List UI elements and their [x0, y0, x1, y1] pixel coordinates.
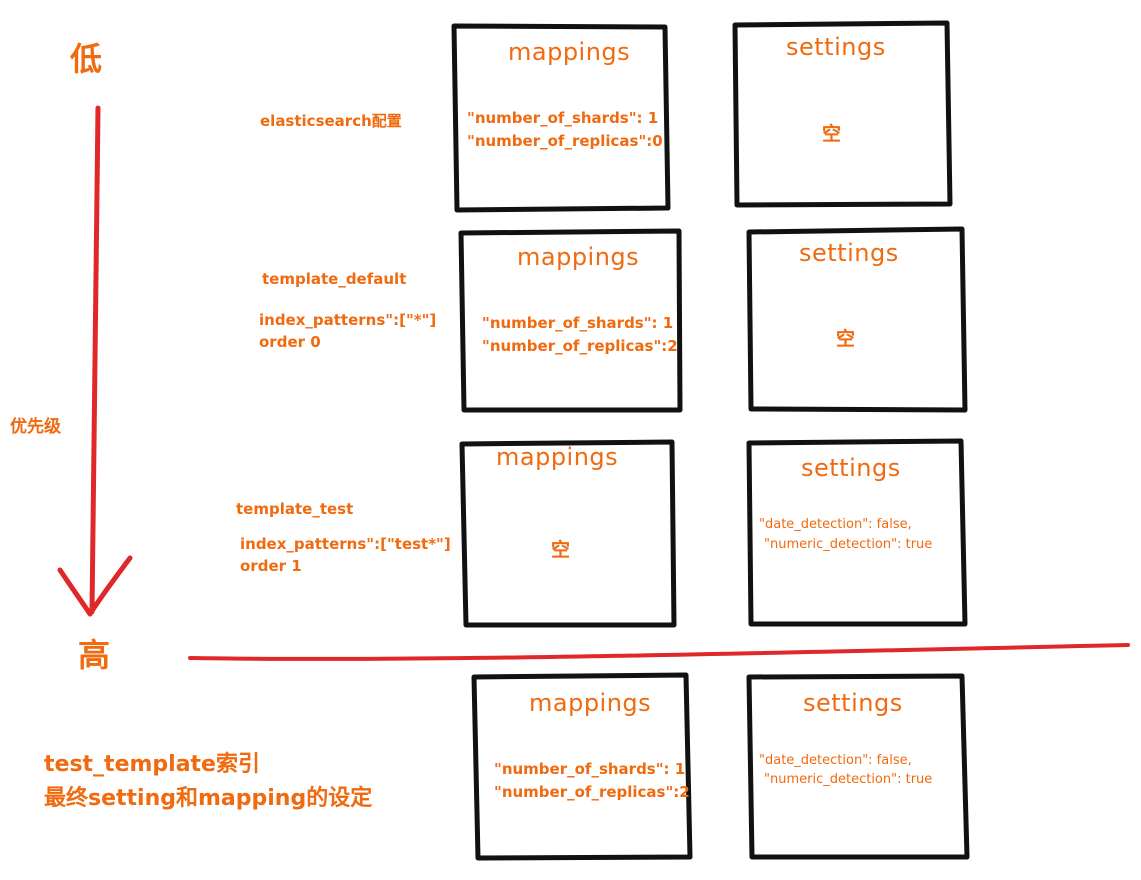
- result-divider-line: [188, 643, 1130, 661]
- row2-mappings-line1: "number_of_shards": 1: [482, 314, 674, 332]
- row3-mappings-title: mappings: [496, 443, 619, 471]
- row3-mappings-empty: 空: [551, 539, 571, 561]
- row1-settings-empty: 空: [822, 123, 842, 145]
- row3-settings-title: settings: [801, 454, 901, 482]
- row2-mappings-line2: "number_of_replicas":2: [482, 337, 678, 355]
- row1-name: elasticsearch配置: [260, 112, 402, 130]
- row1-mappings-line2: "number_of_replicas":0: [467, 132, 663, 150]
- row2-detail-pattern: index_patterns":["*"]: [259, 311, 437, 329]
- result-caption-line2: 最终setting和mapping的设定: [44, 786, 373, 811]
- priority-arrow-shaft: [89, 105, 101, 615]
- row3-settings-line2: "numeric_detection": true: [764, 537, 933, 552]
- result-caption-line1: test_template索引: [44, 752, 260, 777]
- result-settings-line2: "numeric_detection": true: [764, 772, 933, 787]
- row3-name: template_test: [236, 500, 354, 518]
- row2-detail-order: order 0: [259, 333, 321, 351]
- priority-low-label: 低: [70, 40, 103, 78]
- row2-mappings-title: mappings: [517, 243, 640, 271]
- result-mappings-line2: "number_of_replicas":2: [494, 783, 690, 801]
- result-mappings-line1: "number_of_shards": 1: [494, 760, 686, 778]
- row2-settings-empty: 空: [836, 328, 856, 350]
- row3-settings-line1: "date_detection": false,: [759, 517, 912, 532]
- row2-settings-title: settings: [799, 239, 899, 267]
- row1-mappings-title: mappings: [508, 38, 631, 66]
- row1-settings-title: settings: [786, 33, 886, 61]
- row2-name: template_default: [262, 270, 407, 288]
- priority-axis-label: 优先级: [10, 417, 61, 437]
- result-mappings-title: mappings: [529, 689, 652, 717]
- row3-detail-pattern: index_patterns":["test*"]: [240, 535, 451, 553]
- row3-detail-order: order 1: [240, 557, 302, 575]
- row1-mappings-line1: "number_of_shards": 1: [467, 109, 659, 127]
- result-settings-line1: "date_detection": false,: [759, 753, 912, 768]
- result-settings-title: settings: [803, 689, 903, 717]
- priority-high-label: 高: [78, 636, 111, 674]
